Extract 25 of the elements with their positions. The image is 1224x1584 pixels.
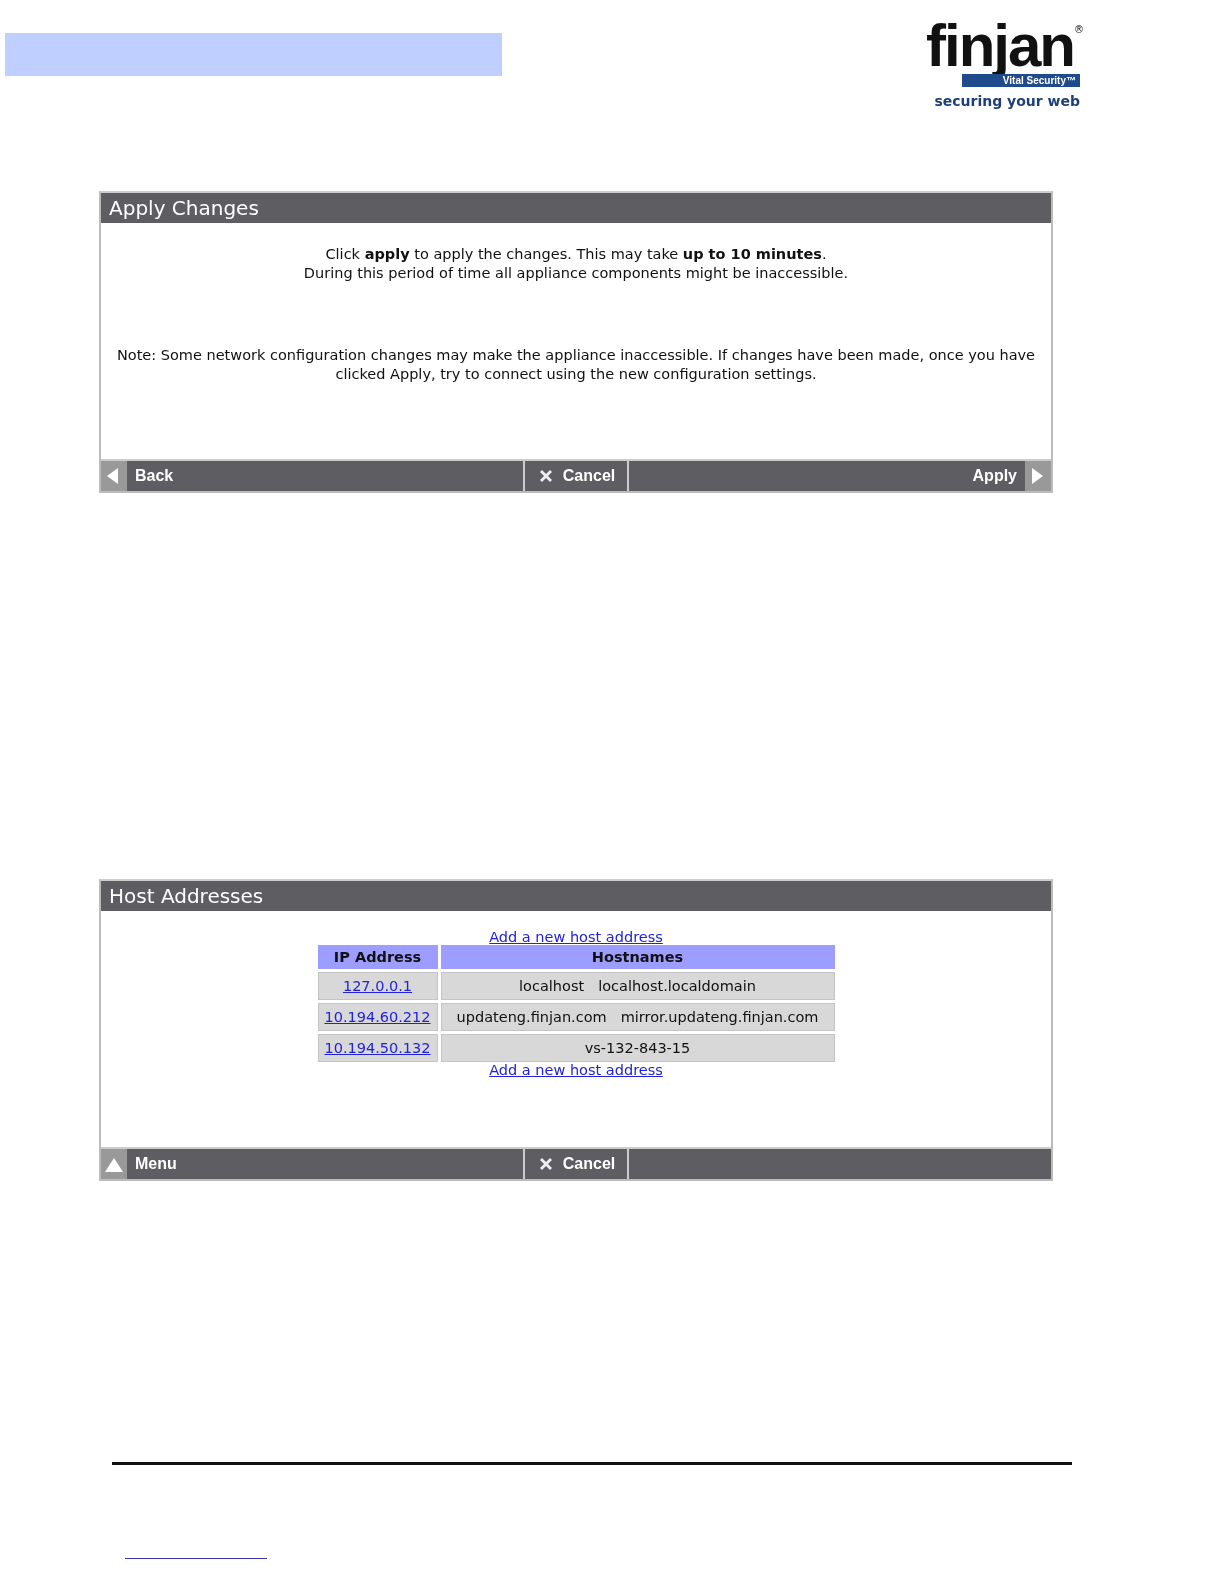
logo-wordmark: finjan xyxy=(926,18,1074,74)
logo-tagline: securing your web xyxy=(934,93,1080,109)
ip-address-link[interactable]: 10.194.50.132 xyxy=(324,1040,431,1056)
menu-button[interactable]: Menu xyxy=(101,1149,177,1179)
ip-address-link[interactable]: 10.194.60.212 xyxy=(324,1009,431,1025)
cancel-button[interactable]: Cancel xyxy=(536,461,616,491)
hostname-text: vs-132-843-15 xyxy=(584,1040,691,1056)
hostname-text: updateng.finjan.com xyxy=(456,1009,607,1025)
ip-address-link[interactable]: 127.0.0.1 xyxy=(342,978,413,994)
panel-title: Host Addresses xyxy=(101,881,1051,911)
add-host-link[interactable]: Add a new host address xyxy=(489,929,663,945)
add-host-link[interactable]: Add a new host address xyxy=(489,1062,663,1078)
column-header: Hostnames xyxy=(440,945,835,969)
message-text: Note: Some network configuration changes may make the appliance inaccessible. If changes have been made, once you have clicked Apply, try to connect using the new configuration settings. xyxy=(115,346,1037,384)
logo-badge: Vital Security™ xyxy=(962,74,1080,87)
registered-mark: ® xyxy=(1074,24,1084,35)
hostname-text: mirror.updateng.finjan.com xyxy=(620,1009,819,1025)
hostname-text: localhost.localdomain xyxy=(598,978,756,994)
back-button[interactable]: Back xyxy=(101,461,174,491)
hostname-text: localhost xyxy=(519,978,585,994)
apply-button[interactable]: Apply xyxy=(972,461,1051,491)
panel-title: Apply Changes xyxy=(101,193,1051,223)
cancel-button[interactable]: Cancel xyxy=(536,1149,616,1179)
message-text: Click apply to apply the changes. This may take up to 10 minutes. During this period of time all appliance components might be inaccessible. xyxy=(303,245,849,283)
column-header: IP Address xyxy=(317,945,438,969)
